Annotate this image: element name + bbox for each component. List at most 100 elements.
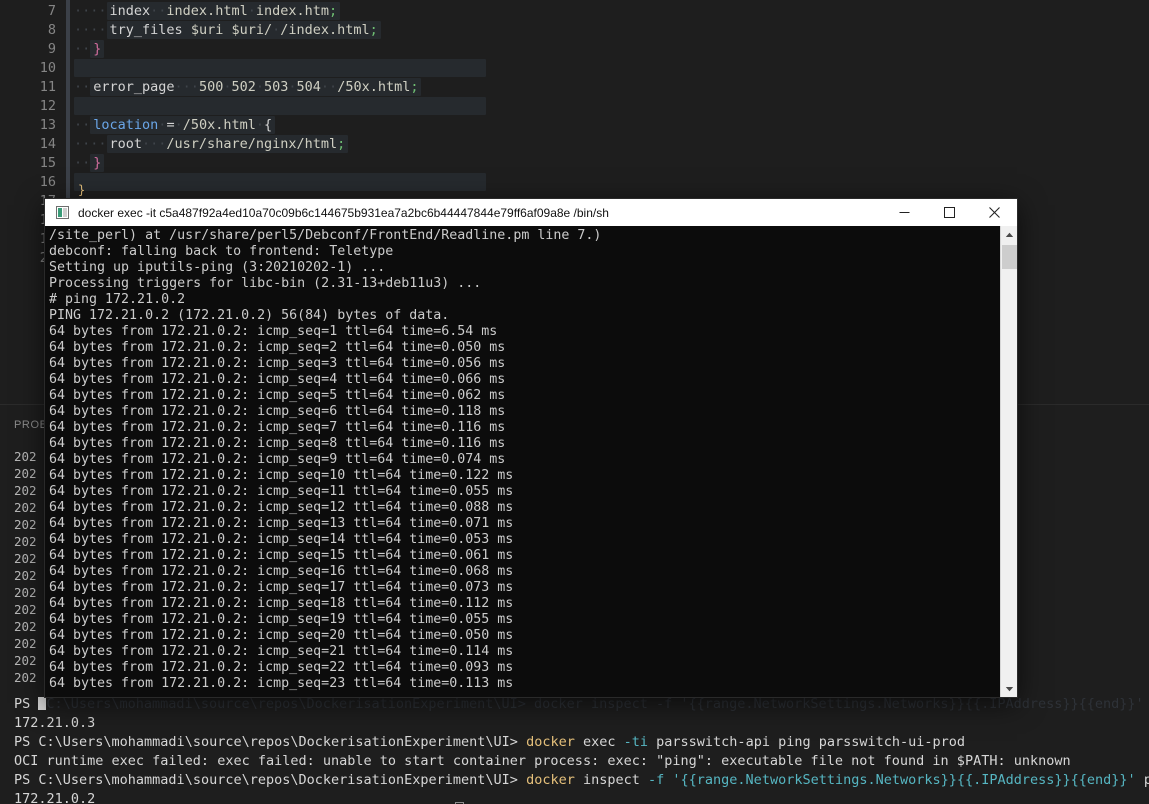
ps-output-line: 172.21.0.2: [14, 791, 96, 804]
terminal-line: 64 bytes from 172.21.0.2: icmp_seq=22 tt…: [49, 660, 514, 675]
terminal-line: 64 bytes from 172.21.0.2: icmp_seq=3 ttl…: [49, 356, 506, 371]
panel-log-line: 202: [14, 551, 37, 566]
terminal-line: # ping 172.21.0.2: [49, 292, 186, 307]
ps-args: parsswitch-ui-prod: [1143, 772, 1149, 788]
ps-cmd-docker: docker: [526, 772, 575, 788]
panel-log-line: 202: [14, 466, 37, 481]
code-line-13: ·· location·=·/50x.html·{: [74, 116, 276, 135]
line-number: 8: [47, 22, 56, 38]
terminal-line: 64 bytes from 172.21.0.2: icmp_seq=21 tt…: [49, 644, 514, 659]
line-number: 12: [39, 98, 56, 114]
ps-cmd-docker: docker: [526, 734, 575, 750]
terminal-line: /site_perl) at /usr/share/perl5/Debconf/…: [49, 228, 602, 243]
ps-flag: -f: [648, 772, 665, 788]
ps-prompt-label: PS: [14, 696, 39, 712]
terminal-line: Setting up iputils-ping (3:20210202-1) .…: [49, 260, 386, 275]
panel-log-line: 202: [14, 449, 37, 464]
panel-log-line: 202: [14, 517, 37, 532]
chevron-down-icon[interactable]: [1001, 680, 1017, 697]
line-number: 14: [39, 136, 56, 152]
ps-cwd: C:\Users\mohammadi\source\repos\Dockeris…: [38, 772, 518, 788]
terminal-line: 64 bytes from 172.21.0.2: icmp_seq=15 tt…: [49, 548, 514, 563]
ps-cwd: C:\Users\mohammadi\source\repos\Dockeris…: [38, 734, 518, 750]
code-line-8: ···· try_files $uri $uri/·/index.html;: [74, 21, 381, 40]
terminal-line: 64 bytes from 172.21.0.2: icmp_seq=20 tt…: [49, 628, 514, 643]
close-button[interactable]: [972, 199, 1017, 226]
panel-log-line: 202: [14, 483, 37, 498]
ps-obscured-text: C:\Users\mohammadi\source\repos\Dockeris…: [46, 696, 1144, 712]
code-line-16: [74, 173, 487, 192]
ps-output-line: 172.21.0.3: [14, 715, 96, 731]
terminal-line: 64 bytes from 172.21.0.2: icmp_seq=17 tt…: [49, 580, 514, 595]
line-number: 7: [47, 3, 56, 19]
ps-command-line: PS C:\Users\mohammadi\source\repos\Docke…: [14, 771, 1149, 790]
terminal-line: 64 bytes from 172.21.0.2: icmp_seq=16 tt…: [49, 564, 514, 579]
terminal-title: docker exec -it c5a487f92a4ed10a70c09b6c…: [78, 205, 609, 220]
terminal-line: 64 bytes from 172.21.0.2: icmp_seq=23 tt…: [49, 676, 514, 691]
panel-log-line: 202: [14, 585, 37, 600]
line-number: 10: [39, 60, 56, 76]
ps-prompt-line-obscured: PS C:\Users\mohammadi\source\repos\Docke…: [14, 695, 1144, 714]
terminal-line: 64 bytes from 172.21.0.2: icmp_seq=14 tt…: [49, 532, 514, 547]
line-number: 16: [39, 174, 56, 190]
line-number: 9: [47, 41, 56, 57]
terminal-line: 64 bytes from 172.21.0.2: icmp_seq=9 ttl…: [49, 452, 506, 467]
line-number: 11: [39, 79, 56, 95]
screen-root: 7 8 9 10 11 12 13 14 15 16 17 18 19 20 ·…: [0, 0, 1149, 804]
scrollbar-thumb[interactable]: [1002, 245, 1017, 269]
code-line-12: [74, 97, 487, 116]
terminal-line: 64 bytes from 172.21.0.2: icmp_seq=13 tt…: [49, 516, 514, 531]
panel-log-line: 202: [14, 670, 37, 685]
terminal-line: 64 bytes from 172.21.0.2: icmp_seq=5 ttl…: [49, 388, 506, 403]
terminal-scrollbar[interactable]: [1000, 226, 1017, 697]
code-line-9: ··}: [74, 40, 105, 59]
docker-terminal-window[interactable]: docker exec -it c5a487f92a4ed10a70c09b6c…: [45, 199, 1017, 697]
console-icon: [56, 206, 69, 219]
terminal-line: 64 bytes from 172.21.0.2: icmp_seq=12 tt…: [49, 500, 514, 515]
terminal-line: PING 172.21.0.2 (172.21.0.2) 56(84) byte…: [49, 308, 450, 323]
panel-log-line: 202: [14, 653, 37, 668]
terminal-line: 64 bytes from 172.21.0.2: icmp_seq=1 ttl…: [49, 324, 498, 339]
maximize-button[interactable]: [927, 199, 972, 226]
window-controls: [882, 199, 1017, 226]
ps-prompt-label: PS: [14, 772, 39, 788]
panel-log-line: 202: [14, 500, 37, 515]
panel-log-line: 202: [14, 534, 37, 549]
ps-prompt-label: PS: [14, 734, 39, 750]
code-line-10: [74, 59, 487, 78]
code-line-15: ··}: [74, 154, 105, 173]
ps-subcmd: inspect: [574, 772, 649, 788]
terminal-line: 64 bytes from 172.21.0.2: icmp_seq=11 tt…: [49, 484, 514, 499]
code-line-17-brace: }: [78, 183, 86, 197]
panel-log-line: 202: [14, 636, 37, 651]
terminal-line: 64 bytes from 172.21.0.2: icmp_seq=19 tt…: [49, 612, 514, 627]
line-number: 15: [39, 155, 56, 171]
terminal-line: 64 bytes from 172.21.0.2: icmp_seq=18 tt…: [49, 596, 514, 611]
terminal-line: 64 bytes from 172.21.0.2: icmp_seq=7 ttl…: [49, 420, 506, 435]
panel-log-line: 202: [14, 568, 37, 583]
panel-log-line: 202: [14, 619, 37, 634]
ps-error-line: OCI runtime exec failed: exec failed: un…: [14, 753, 1071, 769]
terminal-line: 64 bytes from 172.21.0.2: icmp_seq=10 tt…: [49, 468, 514, 483]
terminal-line: 64 bytes from 172.21.0.2: icmp_seq=6 ttl…: [49, 404, 506, 419]
line-number: 13: [39, 117, 56, 133]
chevron-up-icon[interactable]: [1001, 226, 1017, 243]
terminal-line: Processing triggers for libc-bin (2.31-1…: [49, 276, 482, 291]
terminal-output[interactable]: /site_perl) at /usr/share/perl5/Debconf/…: [45, 226, 1017, 697]
terminal-line: 64 bytes from 172.21.0.2: icmp_seq=4 ttl…: [49, 372, 506, 387]
code-line-11: ·· error_page···500·502·503·504··/50x.htm…: [74, 78, 422, 97]
powershell-console[interactable]: PS C:\Users\mohammadi\source\repos\Docke…: [0, 692, 1149, 804]
terminal-line: 64 bytes from 172.21.0.2: icmp_seq=8 ttl…: [49, 436, 506, 451]
ps-args: parsswitch-api ping parsswitch-ui-prod: [648, 734, 966, 750]
terminal-line: debconf: falling back to frontend: Telet…: [49, 244, 394, 259]
code-line-7: ···· index··index.html·index.htm;: [74, 2, 341, 21]
minimize-button[interactable]: [882, 199, 927, 226]
ps-format-string: '{{range.NetworkSettings.Networks}}{{.IP…: [664, 772, 1136, 788]
ps-command-line: PS C:\Users\mohammadi\source\repos\Docke…: [14, 733, 965, 752]
code-line-14: ···· root···/usr/share/nginx/html;: [74, 135, 349, 154]
panel-log-line: 202: [14, 602, 37, 617]
ps-subcmd: exec: [574, 734, 624, 750]
terminal-title-bar[interactable]: docker exec -it c5a487f92a4ed10a70c09b6c…: [45, 199, 1017, 226]
terminal-line: 64 bytes from 172.21.0.2: icmp_seq=2 ttl…: [49, 340, 506, 355]
ps-flag: -ti: [623, 734, 649, 750]
